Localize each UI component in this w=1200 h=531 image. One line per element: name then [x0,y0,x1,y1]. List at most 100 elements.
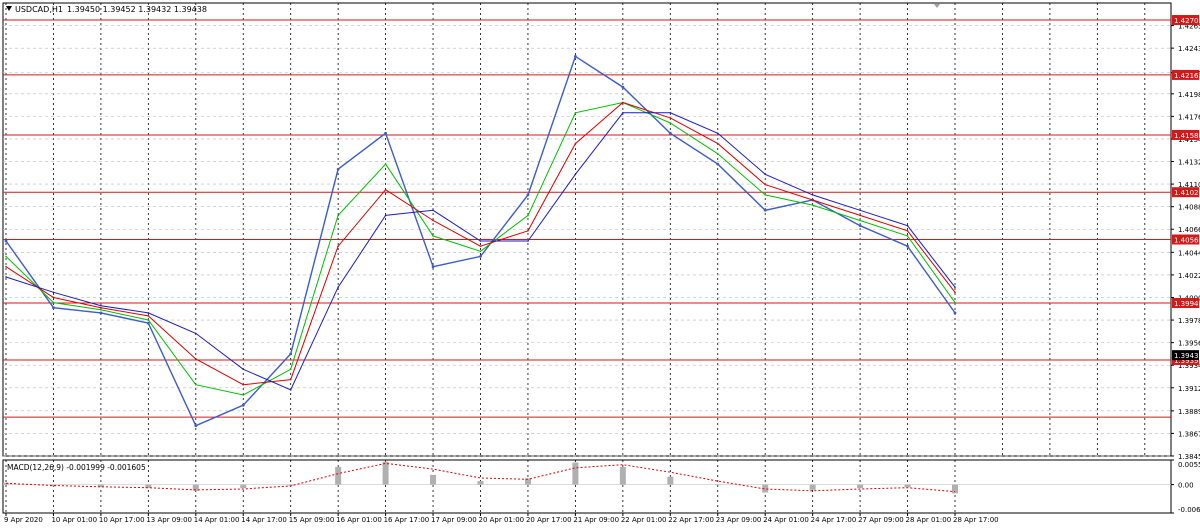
price-point [4,239,8,243]
ma-slow-point [52,291,55,294]
time-tick-label: 10 Apr 01:00 [51,516,97,524]
ma-slow-point [242,368,245,371]
price-point [906,244,909,248]
ma-fast-point [811,204,814,206]
time-tick-label: 22 Apr 01:00 [621,516,667,524]
time-tick-label: 24 Apr 17:00 [811,516,857,524]
time-tick-label: 13 Apr 09:00 [146,516,192,524]
ma-mid-point [954,291,956,294]
ma-fast-point [527,214,529,217]
time-tick-label: 20 Apr 01:00 [479,516,525,524]
ma-slow-point [195,332,197,335]
macd-tick-label: -0.006440 [1178,506,1200,514]
ma-fast-point [147,319,150,321]
time-tick-label: 22 Apr 17:00 [668,516,714,524]
price-point [953,311,957,315]
chart-background [0,0,1200,527]
ma-slow-point [289,389,292,391]
macd-bar [952,484,958,494]
macd-bar [430,474,437,485]
ma-fast-point [906,235,909,237]
ma-slow-point [574,173,577,176]
price-tick-label: 1.40885 [1178,204,1200,212]
ma-fast-point [195,383,197,386]
ma-mid-point [622,101,624,104]
ma-mid-point [147,315,150,317]
level-label: 1.41584 [1174,132,1200,140]
price-point [479,255,482,258]
price-tick-label: 1.38455 [1178,453,1200,461]
ma-fast-point [764,194,766,196]
ma-mid-point [52,296,55,299]
ma-fast-point [432,235,434,237]
macd-bar [904,484,911,488]
ma-mid-point [195,358,197,360]
price-tick-label: 1.42430 [1178,45,1200,53]
price-tick-label: 1.41325 [1178,159,1200,167]
macd-bar [667,476,674,485]
price-point [241,403,245,407]
level-label: 1.40565 [1174,237,1200,245]
price-point [431,265,435,269]
ma-slow-point [669,111,672,114]
ma-slow-point [906,224,909,227]
ma-fast-point [100,308,102,311]
time-tick-label: 15 Apr 09:00 [289,516,335,524]
ma-fast-point [574,111,577,114]
time-tick-label: 16 Apr 17:00 [384,516,430,524]
time-tick-label: 23 Apr 09:00 [716,516,762,524]
price-point [336,167,340,171]
macd-bar [572,462,579,485]
level-label: 1.42704 [1174,17,1200,25]
macd-bar [524,478,531,485]
ma-mid-point [100,306,102,309]
ma-mid-point [669,117,672,119]
ma-slow-point [954,286,956,289]
macd-tick-label: 0.00 [1178,482,1194,490]
ma-mid-point [716,142,719,145]
time-tick-label: 17 Apr 09:00 [431,516,477,524]
price-tick-label: 1.41765 [1178,113,1200,121]
macd-bar [809,484,816,490]
ma-slow-point [764,173,766,176]
ma-mid-point [906,229,909,232]
price-tick-label: 1.39780 [1178,317,1200,325]
ma-fast-point [242,394,245,396]
macd-bar [240,484,247,489]
time-tick-label: 27 Apr 09:00 [858,516,904,524]
macd-label: MACD(12,26,9) -0.001999 -0.001605 [7,463,146,472]
time-tick-label: 14 Apr 01:00 [194,516,240,524]
price-tick-label: 1.40665 [1178,226,1200,234]
ma-mid-point [289,378,292,381]
level-label: 1.39946 [1174,300,1200,308]
price-point [574,54,577,58]
time-tick-label: 20 Apr 17:00 [526,516,572,524]
macd-bar [335,466,342,485]
price-point [99,311,103,315]
price-point [858,224,862,228]
time-tick-label: 28 Apr 17:00 [953,516,999,524]
macd-bar [382,461,389,485]
time-tick-label: 9 Apr 2020 [4,516,43,524]
time-tick-label: 10 Apr 17:00 [99,516,145,524]
ma-mid-point [764,183,766,186]
price-point [716,162,720,166]
time-tick-label: 14 Apr 17:00 [241,516,287,524]
price-point [621,85,625,89]
ma-fast-point [716,153,719,155]
ma-slow-point [5,276,7,278]
chart-canvas[interactable]: 1.426501.424301.421901.419851.417651.415… [0,0,1200,527]
ma-fast-point [669,122,672,124]
ma-slow-point [384,214,387,217]
ma-mid-point [5,265,7,268]
ohlc-values: 1.39450 1.39452 1.39432 1.39438 [67,5,207,14]
ma-slow-point [527,240,529,242]
price-tick-label: 1.41985 [1178,91,1200,99]
price-point [194,424,198,428]
ma-fast-point [52,301,55,304]
ma-mid-point [432,219,434,222]
ma-fast-point [479,250,482,253]
trading-chart[interactable]: 1.426501.424301.421901.419851.417651.415… [0,0,1200,527]
ma-slow-point [432,209,434,212]
price-tick-label: 1.38895 [1178,408,1200,416]
